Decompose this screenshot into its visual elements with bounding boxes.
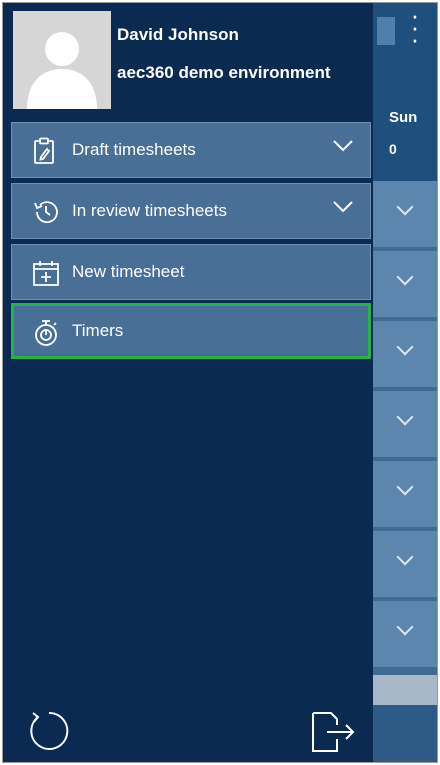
menu-item-label: Draft timesheets bbox=[72, 140, 196, 159]
background-footer-strip bbox=[373, 675, 437, 705]
chevron-down-icon[interactable] bbox=[332, 135, 354, 157]
background-row[interactable] bbox=[373, 531, 437, 597]
user-name: David Johnson bbox=[117, 25, 239, 44]
chevron-down-icon bbox=[396, 618, 414, 636]
menu-item-new-timesheet[interactable]: New timesheet bbox=[11, 244, 371, 300]
more-options-icon[interactable]: · · · bbox=[405, 3, 425, 53]
background-row[interactable] bbox=[373, 601, 437, 667]
user-profile: David Johnson aec360 demo environment bbox=[9, 9, 373, 115]
chevron-down-icon bbox=[396, 268, 414, 286]
background-row[interactable] bbox=[373, 251, 437, 317]
background-row[interactable] bbox=[373, 391, 437, 457]
user-silhouette-icon bbox=[13, 11, 111, 109]
background-footer bbox=[373, 705, 437, 762]
background-row[interactable] bbox=[373, 181, 437, 247]
day-label: Sun bbox=[389, 109, 418, 126]
background-top-bar: · · · bbox=[373, 3, 437, 101]
menu-item-label: In review timesheets bbox=[72, 201, 227, 220]
menu-item-draft-timesheets[interactable]: Draft timesheets bbox=[11, 122, 371, 178]
day-total: 0 bbox=[389, 141, 397, 157]
background-tab bbox=[377, 17, 395, 45]
chevron-down-icon bbox=[396, 408, 414, 426]
background-row[interactable] bbox=[373, 321, 437, 387]
background-timesheet-view: · · · Sun 0 bbox=[373, 3, 437, 762]
menu-item-label: New timesheet bbox=[72, 262, 185, 281]
chevron-down-icon bbox=[396, 338, 414, 356]
background-row[interactable] bbox=[373, 461, 437, 527]
environment-name: aec360 demo environment bbox=[117, 63, 331, 82]
background-rows bbox=[373, 181, 437, 671]
navigation-drawer: David Johnson aec360 demo environment Dr… bbox=[9, 3, 373, 762]
stopwatch-icon bbox=[32, 318, 58, 346]
refresh-icon[interactable] bbox=[25, 709, 69, 753]
clipboard-edit-icon bbox=[32, 137, 58, 165]
menu-item-label: Timers bbox=[72, 321, 124, 340]
menu-item-timers[interactable]: Timers bbox=[11, 303, 371, 359]
history-icon bbox=[32, 198, 58, 226]
calendar-add-icon bbox=[32, 259, 59, 287]
chevron-down-icon bbox=[396, 548, 414, 566]
chevron-down-icon bbox=[396, 198, 414, 216]
app-frame: · · · Sun 0 David Johnson aec360 demo en… bbox=[2, 2, 438, 763]
chevron-down-icon bbox=[396, 478, 414, 496]
day-column-header: Sun 0 bbox=[373, 101, 437, 181]
chevron-down-icon[interactable] bbox=[332, 196, 354, 218]
sign-out-icon[interactable] bbox=[309, 711, 357, 753]
menu-item-in-review-timesheets[interactable]: In review timesheets bbox=[11, 183, 371, 239]
